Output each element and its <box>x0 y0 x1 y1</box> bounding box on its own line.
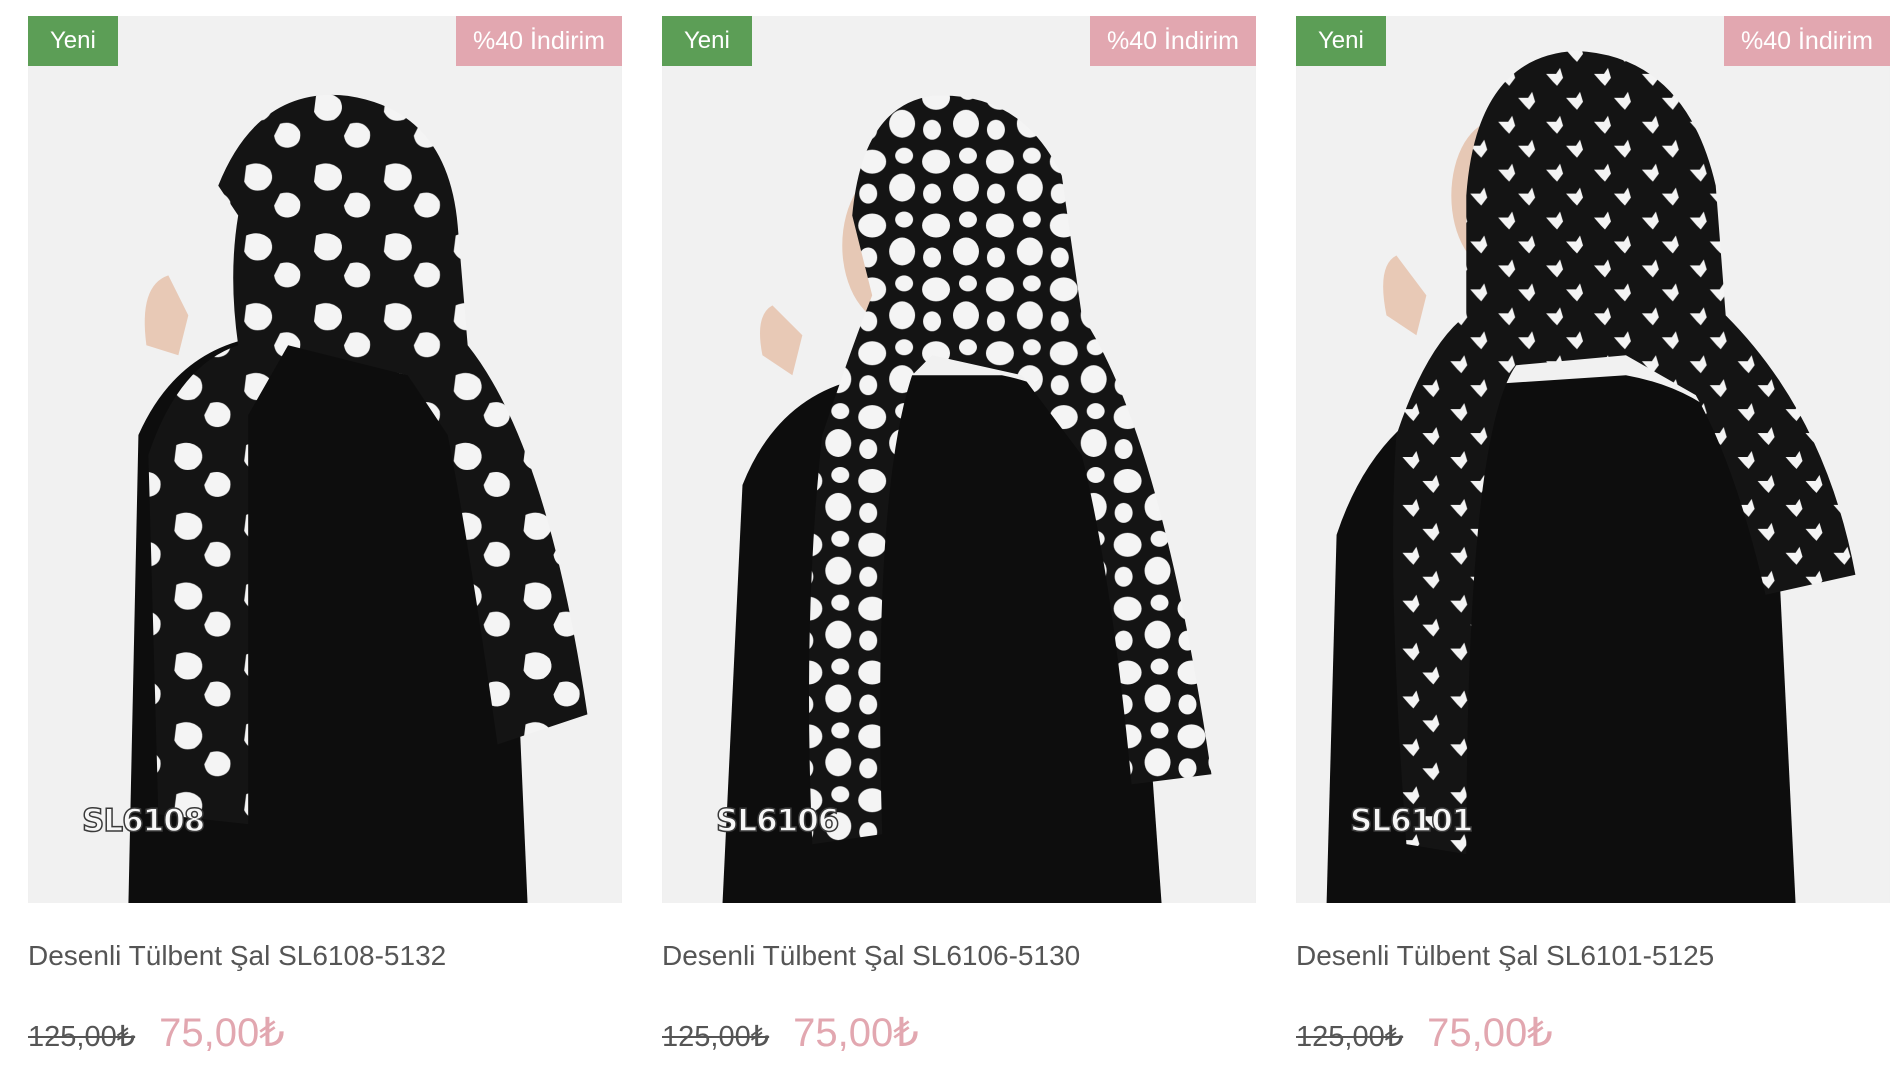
product-image[interactable]: Yeni %40 İndirim SL6106 <box>662 16 1256 903</box>
price-row: 125,00₺ 75,00₺ <box>1296 1010 1890 1056</box>
sale-price: 75,00₺ <box>1427 1011 1553 1055</box>
product-title[interactable]: Desenli Tülbent Şal SL6106-5130 <box>662 939 1256 973</box>
new-badge: Yeni <box>28 16 118 66</box>
product-card[interactable]: Yeni %40 İndirim SL6101 Desenli Tülbent … <box>1296 16 1890 1056</box>
scarf-photo <box>28 16 622 903</box>
discount-badge: %40 İndirim <box>456 16 622 66</box>
product-title[interactable]: Desenli Tülbent Şal SL6101-5125 <box>1296 939 1890 973</box>
old-price: 125,00₺ <box>662 1021 770 1053</box>
discount-badge: %40 İndirim <box>1090 16 1256 66</box>
product-card[interactable]: Yeni %40 İndirim SL6108 Desenli Tülbent … <box>28 16 622 1056</box>
product-image[interactable]: Yeni %40 İndirim SL6108 <box>28 16 622 903</box>
product-title[interactable]: Desenli Tülbent Şal SL6108-5132 <box>28 939 622 973</box>
scarf-photo <box>1296 16 1890 903</box>
product-card[interactable]: Yeni %40 İndirim SL6106 Desenli Tülbent … <box>662 16 1256 1056</box>
product-image[interactable]: Yeni %40 İndirim SL6101 <box>1296 16 1890 903</box>
new-badge: Yeni <box>662 16 752 66</box>
image-product-code: SL6108 <box>81 802 206 840</box>
old-price: 125,00₺ <box>28 1021 136 1053</box>
sale-price: 75,00₺ <box>159 1011 285 1055</box>
price-row: 125,00₺ 75,00₺ <box>28 1010 622 1056</box>
scarf-photo <box>662 16 1256 903</box>
image-product-code: SL6106 <box>715 802 840 840</box>
discount-badge: %40 İndirim <box>1724 16 1890 66</box>
sale-price: 75,00₺ <box>793 1011 919 1055</box>
image-product-code: SL6101 <box>1349 802 1474 840</box>
price-row: 125,00₺ 75,00₺ <box>662 1010 1256 1056</box>
new-badge: Yeni <box>1296 16 1386 66</box>
product-grid: Yeni %40 İndirim SL6108 Desenli Tülbent … <box>28 16 1890 1056</box>
old-price: 125,00₺ <box>1296 1021 1404 1053</box>
